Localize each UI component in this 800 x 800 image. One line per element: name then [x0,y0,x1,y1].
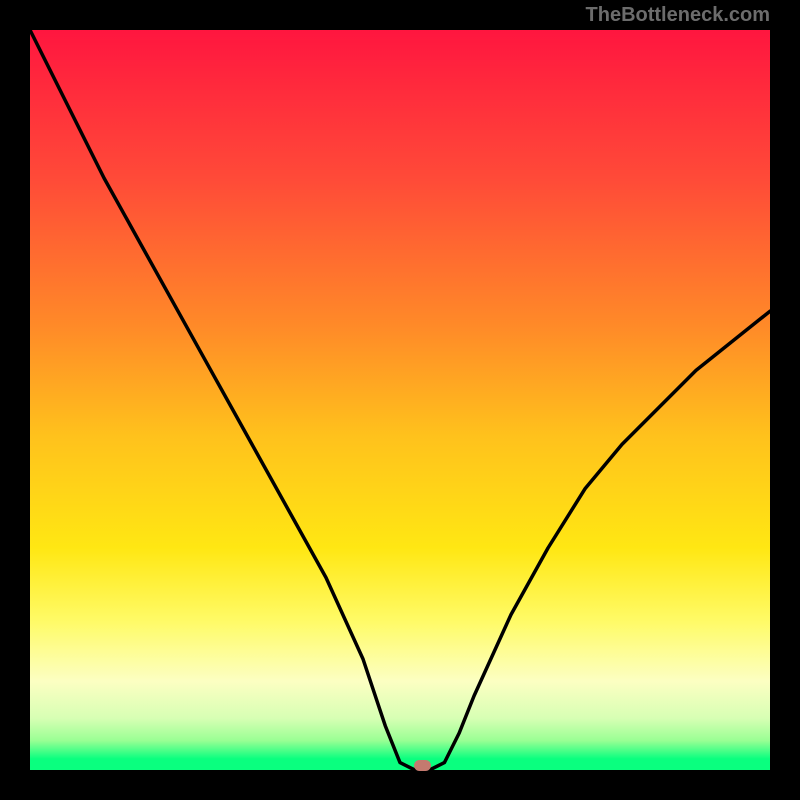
attribution-watermark: TheBottleneck.com [586,4,770,27]
bottleneck-curve [30,30,770,770]
chart-frame: TheBottleneck.com [0,0,800,800]
optimal-point-marker [414,760,431,771]
plot-area [30,30,770,770]
